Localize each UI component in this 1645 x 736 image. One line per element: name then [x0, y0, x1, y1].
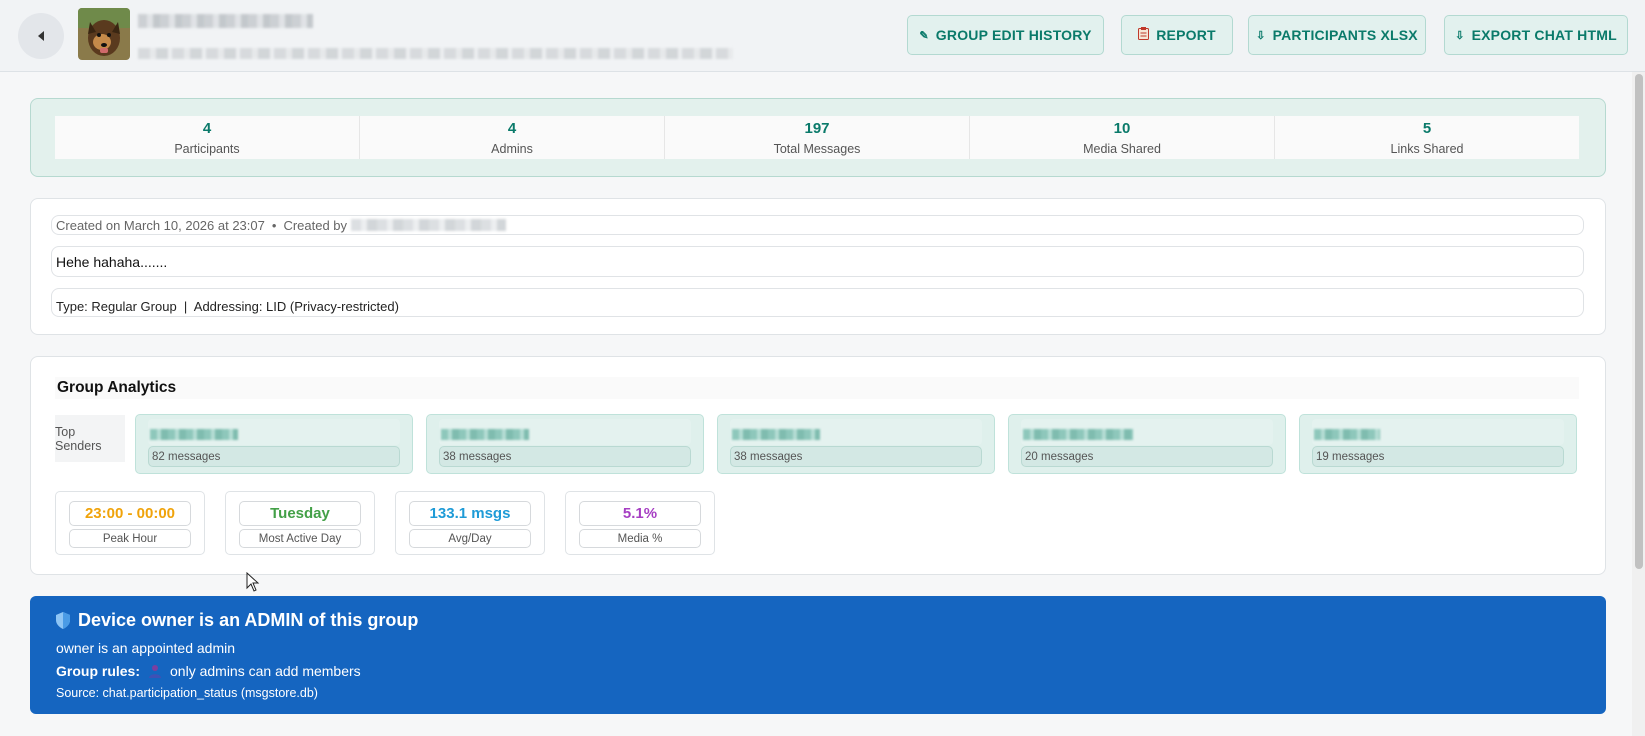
- stat-value: 4: [507, 119, 517, 137]
- stat-label: Total Messages: [773, 141, 861, 156]
- group-type-line: Type: Regular Group | Addressing: LID (P…: [51, 288, 1584, 317]
- metric-label: Most Active Day: [239, 529, 361, 548]
- metric-avg-per-day: 133.1 msgs Avg/Day: [395, 491, 545, 555]
- report-button[interactable]: REPORT: [1121, 15, 1233, 55]
- metric-peak-hour: 23:00 - 00:00 Peak Hour: [55, 491, 205, 555]
- sender-name-redacted: [441, 429, 529, 440]
- group-rules-line: Group rules: only admins can add members: [56, 663, 361, 679]
- admin-line: owner is an appointed admin: [56, 640, 236, 656]
- export-chat-html-button[interactable]: ⇩ EXPORT CHAT HTML: [1444, 15, 1628, 55]
- stat-total-messages: 197 Total Messages: [665, 116, 970, 159]
- group-name-redacted: [138, 14, 313, 28]
- stat-label: Media Shared: [1083, 141, 1161, 156]
- stats-row: 4 Participants 4 Admins 197 Total Messag…: [55, 116, 1579, 159]
- stat-value: 10: [1113, 119, 1131, 137]
- admin-source: Source: chat.participation_status (msgst…: [56, 686, 318, 700]
- admin-status-banner: Device owner is an ADMIN of this group o…: [30, 596, 1606, 714]
- top-sender-card[interactable]: 82 messages: [135, 414, 413, 474]
- metric-label: Peak Hour: [69, 529, 191, 548]
- sender-name-redacted: [150, 429, 238, 440]
- separator: •: [271, 217, 277, 233]
- sender-count: 20 messages: [1021, 446, 1273, 467]
- download-icon: ⇩: [1256, 29, 1266, 42]
- group-edit-history-label: GROUP EDIT HISTORY: [935, 27, 1092, 43]
- back-arrow-icon: [38, 31, 44, 41]
- group-analytics-card: Group Analytics Top Senders 82 messages …: [30, 356, 1606, 575]
- back-button[interactable]: [18, 13, 64, 59]
- metric-value: 5.1%: [579, 501, 701, 526]
- mouse-cursor-icon: [246, 572, 260, 592]
- group-subtitle-redacted: [138, 48, 733, 59]
- sender-count: 38 messages: [730, 446, 982, 467]
- group-info-card: Created on March 10, 2026 at 23:07 • Cre…: [30, 198, 1606, 335]
- metric-label: Avg/Day: [409, 529, 531, 548]
- metric-value: 133.1 msgs: [409, 501, 531, 526]
- stat-admins: 4 Admins: [360, 116, 665, 159]
- metric-media-percent: 5.1% Media %: [565, 491, 715, 555]
- shield-icon: [56, 612, 70, 629]
- sender-name-redacted: [1023, 429, 1133, 440]
- group-rules-text: only admins can add members: [170, 663, 361, 679]
- stat-participants: 4 Participants: [55, 116, 360, 159]
- stat-links-shared: 5 Links Shared: [1275, 116, 1579, 159]
- top-senders-label: Top Senders: [55, 415, 125, 462]
- pencil-icon: ✎: [919, 29, 929, 42]
- metric-value: Tuesday: [239, 501, 361, 526]
- stat-media-shared: 10 Media Shared: [970, 116, 1275, 159]
- person-icon: [149, 664, 162, 678]
- vertical-scrollbar[interactable]: [1632, 72, 1645, 736]
- stat-label: Participants: [174, 141, 240, 156]
- sender-name-redacted: [732, 429, 820, 440]
- created-by-label: Created by: [283, 217, 348, 233]
- group-description: Hehe hahaha.......: [51, 246, 1584, 277]
- admin-banner-title: Device owner is an ADMIN of this group: [56, 610, 418, 631]
- stat-value: 197: [804, 119, 830, 137]
- top-sender-card[interactable]: 19 messages: [1299, 414, 1577, 474]
- metric-value: 23:00 - 00:00: [69, 501, 191, 526]
- group-rules-label: Group rules:: [56, 663, 141, 679]
- metric-most-active-day: Tuesday Most Active Day: [225, 491, 375, 555]
- type-text: Type: Regular Group | Addressing: LID (P…: [56, 299, 399, 314]
- stat-value: 5: [1422, 119, 1432, 137]
- participants-xlsx-button[interactable]: ⇩ PARTICIPANTS XLSX: [1248, 15, 1426, 55]
- top-sender-card[interactable]: 38 messages: [426, 414, 704, 474]
- top-sender-card[interactable]: 38 messages: [717, 414, 995, 474]
- sender-count: 82 messages: [148, 446, 400, 467]
- sender-count: 19 messages: [1312, 446, 1564, 467]
- description-text: Hehe hahaha.......: [56, 253, 168, 270]
- export-chat-html-label: EXPORT CHAT HTML: [1471, 27, 1617, 43]
- created-text: Created on March 10, 2026 at 23:07: [56, 217, 265, 233]
- clipboard-icon: [1138, 27, 1150, 43]
- stat-label: Links Shared: [1390, 141, 1464, 156]
- creator-redacted: [351, 219, 507, 231]
- scrollbar-thumb[interactable]: [1635, 74, 1643, 569]
- created-line: Created on March 10, 2026 at 23:07 • Cre…: [51, 215, 1584, 235]
- stats-card: 4 Participants 4 Admins 197 Total Messag…: [30, 98, 1606, 177]
- sender-name-redacted: [1314, 429, 1380, 440]
- analytics-title: Group Analytics: [55, 377, 1579, 399]
- group-avatar: [78, 8, 130, 60]
- download-icon: ⇩: [1455, 29, 1465, 42]
- report-label: REPORT: [1156, 27, 1216, 43]
- group-edit-history-button[interactable]: ✎ GROUP EDIT HISTORY: [907, 15, 1104, 55]
- top-sender-card[interactable]: 20 messages: [1008, 414, 1286, 474]
- metric-label: Media %: [579, 529, 701, 548]
- stat-label: Admins: [491, 141, 533, 156]
- top-header: ✎ GROUP EDIT HISTORY REPORT ⇩ PARTICIPAN…: [0, 0, 1645, 72]
- participants-xlsx-label: PARTICIPANTS XLSX: [1272, 27, 1418, 43]
- stat-value: 4: [202, 119, 212, 137]
- sender-count: 38 messages: [439, 446, 691, 467]
- admin-title-text: Device owner is an ADMIN of this group: [78, 610, 419, 630]
